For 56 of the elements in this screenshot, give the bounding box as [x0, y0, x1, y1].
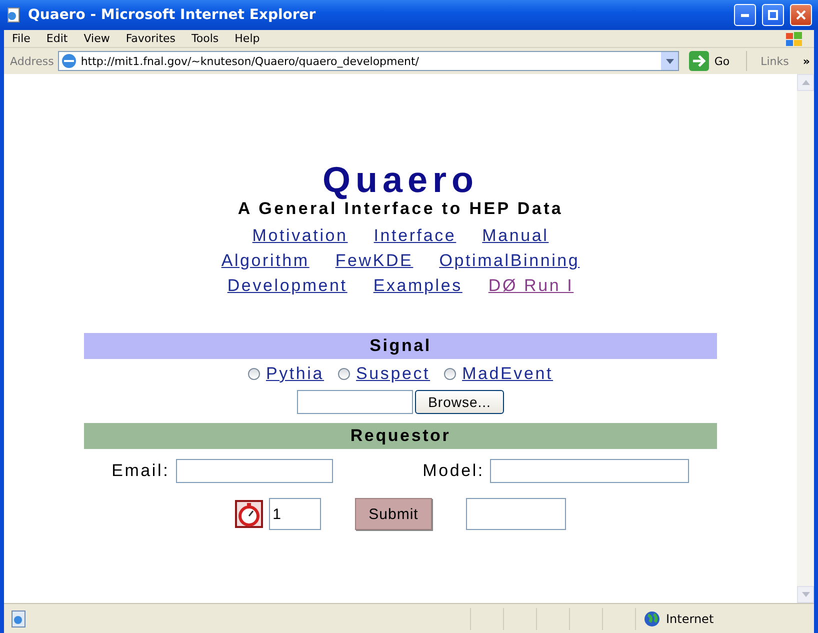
file-field[interactable] — [297, 390, 414, 414]
close-button[interactable] — [790, 4, 812, 26]
maximize-icon — [768, 10, 778, 20]
minimize-icon — [741, 14, 749, 16]
globe-icon — [644, 610, 660, 626]
stopwatch-icon — [234, 500, 263, 528]
nav-link[interactable]: FewKDE — [335, 248, 414, 273]
browse-button[interactable]: Browse... — [415, 390, 504, 414]
radio-button[interactable] — [338, 368, 350, 380]
field-label: Email: — [112, 461, 170, 481]
page-title: Quaero — [322, 160, 479, 200]
nav-link[interactable]: Manual — [482, 223, 549, 248]
submit-button[interactable]: Submit — [354, 498, 432, 530]
section-header: Signal — [84, 333, 717, 359]
email-field[interactable] — [176, 459, 333, 483]
zone-label: Internet — [666, 612, 714, 626]
nav-link[interactable]: Examples — [373, 273, 462, 298]
windows-logo-icon — [784, 30, 804, 47]
nav-link[interactable]: Motivation — [252, 223, 348, 248]
minimize-button[interactable] — [734, 4, 756, 26]
caret-icon — [666, 58, 674, 64]
menu-item[interactable]: Edit — [38, 32, 76, 45]
menu-item[interactable]: View — [76, 32, 118, 45]
menu-item[interactable]: Tools — [184, 32, 227, 45]
dropdown-button[interactable] — [661, 52, 678, 70]
caret-icon — [802, 592, 810, 597]
generator-link[interactable]: Suspect — [356, 364, 430, 384]
section-header: Requestor — [84, 423, 717, 449]
nav-link[interactable]: DØ Run I — [488, 273, 574, 298]
links-button[interactable]: Links — [750, 54, 799, 68]
menu-item[interactable]: File — [4, 32, 38, 45]
radio-button[interactable] — [444, 368, 456, 380]
nav-link[interactable]: OptimalBinning — [439, 248, 580, 273]
menu-item[interactable]: Favorites — [118, 32, 184, 45]
page-icon — [10, 610, 28, 628]
nav-link[interactable]: Development — [227, 273, 348, 298]
page-subtitle: A General Interface to HEP Data — [238, 199, 564, 220]
maximize-button[interactable] — [762, 4, 784, 26]
result-field[interactable] — [466, 498, 566, 530]
go-button[interactable]: Go — [683, 51, 747, 71]
nav-link[interactable]: Interface — [374, 223, 456, 248]
generator-link[interactable]: Pythia — [266, 364, 324, 384]
caret-icon — [802, 80, 810, 85]
model-field[interactable] — [490, 459, 690, 483]
close-icon — [796, 10, 806, 20]
url-text: http://mit1.fnal.gov/~knuteson/Quaero/quaero_development/ — [80, 54, 420, 68]
radio-button[interactable] — [248, 368, 260, 380]
nav-link[interactable]: Algorithm — [221, 248, 310, 273]
address-field[interactable]: http://mit1.fnal.gov/~knuteson/Quaero/quaero_development/ — [58, 51, 680, 71]
address-label: Address — [10, 54, 54, 68]
count-field[interactable]: 1 — [268, 498, 321, 530]
menu-item[interactable]: Help — [226, 32, 268, 45]
field-label: Model: — [422, 461, 484, 481]
generator-link[interactable]: MadEvent — [462, 364, 554, 384]
window-title: Quaero - Microsoft Internet Explorer — [28, 7, 317, 23]
more-chevron[interactable]: » — [802, 54, 814, 68]
